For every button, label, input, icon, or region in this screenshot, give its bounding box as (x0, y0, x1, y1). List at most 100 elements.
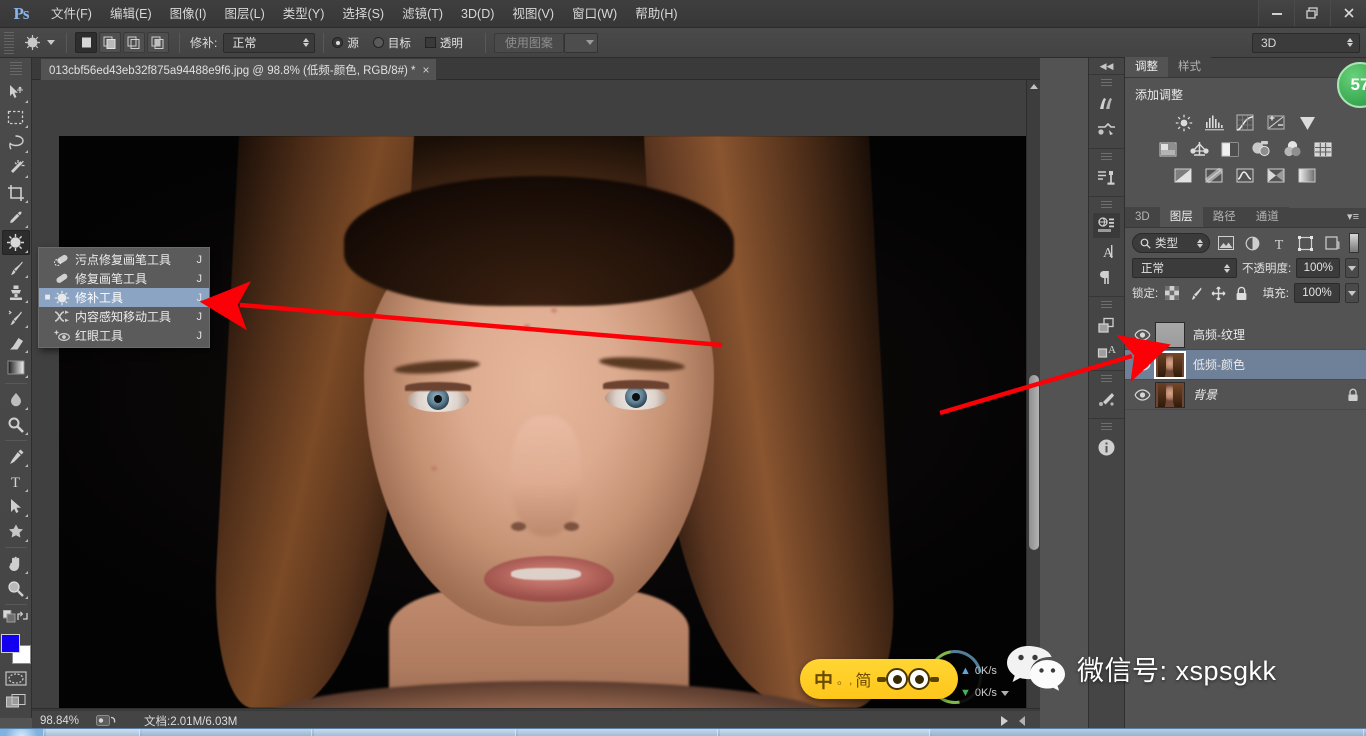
threshold-icon[interactable] (1235, 165, 1257, 185)
flyout-item-red-eye[interactable]: 红眼工具 J (39, 326, 209, 345)
opacity-chevron-icon[interactable] (1345, 258, 1359, 278)
fill-chevron-icon[interactable] (1345, 283, 1359, 303)
path-selection-tool[interactable] (2, 494, 30, 519)
foreground-color-swatch[interactable] (0, 634, 20, 653)
curves-icon[interactable] (1235, 113, 1257, 133)
zoom-tool[interactable] (2, 576, 30, 601)
flyout-item-spot-healing-brush[interactable]: 污点修复画笔工具 J (39, 250, 209, 269)
layer-thumbnail[interactable] (1155, 381, 1185, 408)
crop-tool[interactable] (2, 180, 30, 205)
vibrance-icon[interactable] (1297, 113, 1319, 133)
hue-saturation-icon[interactable] (1157, 139, 1179, 159)
screen-mode-toggle[interactable] (4, 691, 28, 711)
layer-visibility-toggle[interactable] (1129, 388, 1155, 401)
table-row[interactable]: 背景 (1125, 380, 1366, 410)
blend-mode-select[interactable]: 正常 (1132, 258, 1237, 278)
rail-grip-6[interactable] (1101, 423, 1112, 432)
taskbar-start-button[interactable] (0, 729, 44, 736)
ime-mode-label[interactable]: 中 (814, 666, 833, 693)
pattern-picker[interactable] (563, 32, 598, 53)
rail-grip-4[interactable] (1101, 301, 1112, 310)
scroll-up-arrow-icon[interactable] (1030, 84, 1038, 89)
menu-select[interactable]: 选择(S) (333, 0, 393, 28)
magic-wand-tool[interactable] (2, 155, 30, 180)
patch-tool-icon[interactable] (20, 32, 44, 54)
canvas-vertical-scrollbar[interactable] (1026, 80, 1040, 708)
layer-name[interactable]: 低频-颜色 (1193, 356, 1340, 373)
dodge-tool[interactable] (2, 412, 30, 437)
color-balance-icon[interactable] (1188, 139, 1210, 159)
tools-panel-grip[interactable] (9, 62, 22, 76)
history-icon[interactable] (1093, 91, 1120, 116)
document-tab[interactable]: 013cbf56ed43eb32f875a94488e9f6.jpg @ 98.… (40, 58, 437, 80)
flyout-item-healing-brush[interactable]: 修复画笔工具 J (39, 269, 209, 288)
menu-layer[interactable]: 图层(L) (215, 0, 273, 28)
color-swatches[interactable] (0, 634, 31, 664)
custom-shape-tool[interactable] (2, 519, 30, 544)
rail-grip-2[interactable] (1101, 153, 1112, 162)
vertical-scroll-thumb[interactable] (1029, 375, 1039, 550)
flyout-item-patch-tool[interactable]: ■ 修补工具 J (39, 288, 209, 307)
patch-mode-select[interactable]: 正常 (223, 32, 316, 53)
brightness-contrast-icon[interactable] (1173, 113, 1195, 133)
layer-comps-icon[interactable] (1093, 313, 1120, 338)
use-pattern-button[interactable]: 使用图案 (493, 32, 564, 53)
blur-tool[interactable] (2, 387, 30, 412)
layer-filter-select[interactable]: 类型 (1132, 233, 1210, 253)
info-panel-icon[interactable] (1093, 435, 1120, 460)
layer-visibility-toggle[interactable] (1129, 328, 1155, 341)
close-button[interactable] (1330, 0, 1366, 26)
menu-image[interactable]: 图像(I) (161, 0, 216, 28)
table-row[interactable]: 低频-颜色 (1125, 350, 1366, 380)
eyedropper-tool[interactable] (2, 205, 30, 230)
collapse-panels-icon[interactable]: ◀◀ (1089, 58, 1124, 74)
channel-mixer-icon[interactable] (1281, 139, 1303, 159)
brush-panel-icon[interactable] (1093, 387, 1120, 412)
type-tool[interactable]: T (2, 469, 30, 494)
status-expand-controls[interactable] (1000, 715, 1026, 726)
clone-stamp-tool[interactable] (2, 280, 30, 305)
fill-value[interactable]: 100% (1294, 283, 1340, 303)
taskbar-window-1[interactable] (142, 729, 312, 736)
menu-edit[interactable]: 编辑(E) (101, 0, 161, 28)
taskbar-window-3[interactable] (518, 729, 718, 736)
levels-icon[interactable] (1204, 113, 1226, 133)
taskbar-window-2[interactable] (314, 729, 516, 736)
photo-filter-icon[interactable] (1250, 139, 1272, 159)
menu-file[interactable]: 文件(F) (42, 0, 101, 28)
brush-tool[interactable] (2, 255, 30, 280)
lock-transparent-icon[interactable] (1163, 284, 1181, 302)
options-bar-grip[interactable] (4, 31, 14, 54)
exposure-icon[interactable] (1266, 113, 1288, 133)
transparent-checkbox[interactable]: 透明 (424, 35, 463, 51)
shape-filter-icon[interactable] (1295, 233, 1317, 253)
character-styles-icon[interactable]: A (1093, 339, 1120, 364)
tab-paths[interactable]: 路径 (1202, 207, 1246, 227)
tab-layers[interactable]: 图层 (1159, 207, 1203, 227)
hand-tool[interactable] (2, 551, 30, 576)
source-radio[interactable]: 源 (332, 35, 359, 51)
workspace-select[interactable]: 3D (1252, 32, 1360, 53)
posterize-icon[interactable] (1204, 165, 1226, 185)
ime-language-bar[interactable]: 中 。, 简 (800, 659, 958, 699)
tool-flyout-menu[interactable]: 污点修复画笔工具 J 修复画笔工具 J ■ 修补工具 J 内容感知移动工具 J (38, 247, 210, 348)
layer-name[interactable]: 背景 (1193, 386, 1340, 403)
lock-image-icon[interactable] (1186, 284, 1204, 302)
restore-button[interactable] (1294, 0, 1330, 26)
taskbar-tray[interactable] (932, 729, 1364, 736)
history-brush-tool[interactable] (2, 305, 30, 330)
menu-filter[interactable]: 滤镜(T) (393, 0, 452, 28)
color-lookup-icon[interactable] (1312, 139, 1334, 159)
menu-type[interactable]: 类型(Y) (274, 0, 334, 28)
menu-view[interactable]: 视图(V) (503, 0, 563, 28)
selective-color-icon[interactable] (1266, 165, 1288, 185)
rail-grip-1[interactable] (1101, 79, 1112, 88)
menu-help[interactable]: 帮助(H) (626, 0, 686, 28)
lock-position-icon[interactable] (1209, 284, 1227, 302)
menu-3d[interactable]: 3D(D) (452, 0, 503, 28)
type-filter-icon[interactable]: T (1268, 233, 1290, 253)
target-radio[interactable]: 目标 (372, 35, 411, 51)
zoom-level[interactable]: 98.84% (40, 715, 96, 727)
image-canvas[interactable] (59, 136, 1027, 708)
lock-all-icon[interactable] (1232, 284, 1250, 302)
